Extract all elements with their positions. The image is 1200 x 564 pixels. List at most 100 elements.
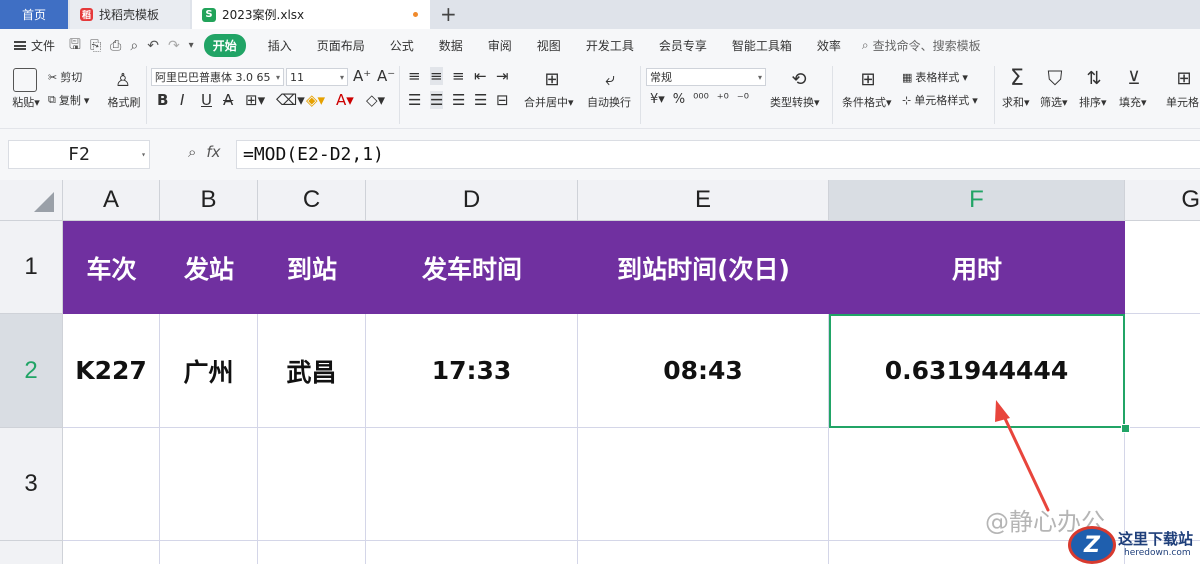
cell-b1[interactable]: 发站 [160, 221, 258, 314]
font-size-select[interactable]: 11 ▾ [286, 68, 348, 86]
tab-member[interactable]: 会员专享 [659, 37, 707, 54]
name-box[interactable]: F2 ▾ [8, 140, 150, 169]
conditional-format-button[interactable]: 条件格式 ▾ [842, 94, 892, 110]
cell-d3[interactable] [366, 428, 578, 541]
column-header-e[interactable]: E [578, 180, 829, 221]
cell-d1[interactable]: 发车时间 [366, 221, 578, 314]
paste-button[interactable]: 粘贴 ▾ [8, 94, 44, 110]
cell-g2[interactable] [1125, 314, 1200, 428]
number-format-select[interactable]: 常规 ▾ [646, 68, 766, 86]
indent-decrease-icon[interactable]: ⇤ [474, 67, 487, 85]
column-header-g[interactable]: G [1125, 180, 1200, 221]
sort-icon[interactable]: ⇅ [1082, 66, 1106, 90]
redo-icon[interactable]: ↷ [168, 38, 180, 54]
italic-icon[interactable]: I [180, 91, 184, 109]
indent-increase-icon[interactable]: ⇥ [496, 67, 509, 85]
cell-a3[interactable] [63, 428, 160, 541]
filter-icon[interactable]: ⛉ [1043, 66, 1067, 90]
clear-icon[interactable]: ◇▾ [366, 91, 385, 109]
increase-decimal-icon[interactable]: ⁺⁰ [717, 92, 729, 107]
format-painter-icon[interactable]: ♙ [110, 68, 136, 92]
filter-button[interactable]: 筛选 ▾ [1040, 94, 1068, 110]
cell-d4[interactable] [366, 541, 578, 564]
zoom-icon[interactable]: ⌕ [188, 143, 196, 161]
percent-icon[interactable]: % [673, 92, 685, 107]
fill-color-icon[interactable]: ◈▾ [306, 91, 325, 109]
tab-developer[interactable]: 开发工具 [586, 37, 634, 54]
sort-button[interactable]: 排序 ▾ [1079, 94, 1107, 110]
currency-icon[interactable]: ¥▾ [650, 92, 665, 107]
cut-button[interactable]: ✂ 剪切 [48, 69, 82, 85]
font-grow-icon[interactable]: A⁺ [353, 67, 371, 85]
cell-e1[interactable]: 到站时间(次日) [578, 221, 829, 314]
justify-icon[interactable]: ☰ [474, 91, 487, 109]
type-convert-button[interactable]: 类型转换 ▾ [770, 94, 820, 110]
fill-icon[interactable]: ⊻ [1122, 66, 1146, 90]
cell-g1[interactable] [1125, 221, 1200, 314]
align-center-icon[interactable]: ☰ [430, 91, 444, 109]
merge-icon[interactable]: ⊞ [540, 68, 564, 90]
cell-e4[interactable] [578, 541, 829, 564]
align-middle-icon[interactable]: ≡ [430, 67, 443, 85]
strikethrough-icon[interactable]: A [223, 91, 233, 109]
tab-review[interactable]: 审阅 [488, 37, 512, 54]
cell-c1[interactable]: 到站 [258, 221, 366, 314]
copy-button[interactable]: ⧉ 复制 ▾ [48, 92, 89, 108]
border-icon[interactable]: ⊞▾ [245, 91, 265, 109]
font-shrink-icon[interactable]: A⁻ [377, 67, 395, 85]
select-all-button[interactable] [0, 180, 63, 221]
align-bottom-icon[interactable]: ≡ [452, 67, 465, 85]
fill-button[interactable]: 填充 ▾ [1119, 94, 1147, 110]
command-search[interactable]: ⌕ 查找命令、搜索模板 [862, 37, 981, 54]
cell-button[interactable]: 单元格 [1166, 94, 1199, 110]
cell-c4[interactable] [258, 541, 366, 564]
print-preview-icon[interactable]: ⌕ [130, 38, 138, 54]
cell-b3[interactable] [160, 428, 258, 541]
decrease-decimal-icon[interactable]: ⁻⁰ [737, 92, 749, 107]
cell-b4[interactable] [160, 541, 258, 564]
tab-efficiency[interactable]: 效率 [817, 37, 841, 54]
print-icon[interactable]: ⎙ [110, 38, 121, 54]
tab-view[interactable]: 视图 [537, 37, 561, 54]
column-header-b[interactable]: B [160, 180, 258, 221]
align-right-icon[interactable]: ☰ [452, 91, 465, 109]
tab-smart-tools[interactable]: 智能工具箱 [732, 37, 792, 54]
row-header-4[interactable] [0, 541, 63, 564]
merge-center-button[interactable]: 合并居中 ▾ [524, 94, 574, 110]
erase-format-icon[interactable]: ⌫▾ [276, 91, 305, 109]
wrap-icon[interactable]: ⤶ [598, 68, 622, 90]
cell-a4[interactable] [63, 541, 160, 564]
tab-data[interactable]: 数据 [439, 37, 463, 54]
undo-icon[interactable]: ↶ [147, 38, 159, 54]
underline-icon[interactable]: U [201, 91, 212, 109]
tab-start[interactable]: 开始 [203, 34, 246, 57]
paste-icon[interactable] [12, 68, 38, 92]
cell-f2[interactable]: 0.631944444 [829, 314, 1125, 428]
tab-insert[interactable]: 插入 [268, 37, 292, 54]
row-header-3[interactable]: 3 [0, 428, 63, 541]
fill-handle[interactable] [1121, 424, 1130, 433]
align-top-icon[interactable]: ≡ [408, 67, 421, 85]
tab-page-layout[interactable]: 页面布局 [317, 37, 365, 54]
cell-c3[interactable] [258, 428, 366, 541]
tab-home[interactable]: 首页 [0, 0, 68, 29]
font-name-select[interactable]: 阿里巴巴普惠体 3.0 65 ▾ [151, 68, 284, 86]
sum-button[interactable]: 求和 ▾ [1002, 94, 1030, 110]
formula-input[interactable]: =MOD(E2-D2,1) [236, 140, 1200, 169]
sum-icon[interactable]: Σ [1005, 66, 1029, 91]
tab-formulas[interactable]: 公式 [390, 37, 414, 54]
thousands-icon[interactable]: ⁰⁰⁰ [693, 92, 709, 107]
save-icon[interactable]: 🖫 [69, 34, 81, 58]
convert-icon[interactable]: ⟲ [787, 68, 811, 90]
column-header-c[interactable]: C [258, 180, 366, 221]
fx-icon[interactable]: fx [206, 143, 220, 161]
cell-style-button[interactable]: ⊹ 单元格样式 ▾ [902, 92, 978, 108]
cell-d2[interactable]: 17:33 [366, 314, 578, 428]
cell-e2[interactable]: 08:43 [578, 314, 829, 428]
cell-a1[interactable]: 车次 [63, 221, 160, 314]
file-menu[interactable]: 文件 [14, 37, 55, 54]
add-tab-button[interactable]: + [440, 2, 457, 26]
bold-icon[interactable]: B [157, 91, 168, 109]
conditional-format-icon[interactable]: ⊞ [856, 68, 880, 90]
tab-template[interactable]: 稻 找稻壳模板 [70, 0, 190, 29]
